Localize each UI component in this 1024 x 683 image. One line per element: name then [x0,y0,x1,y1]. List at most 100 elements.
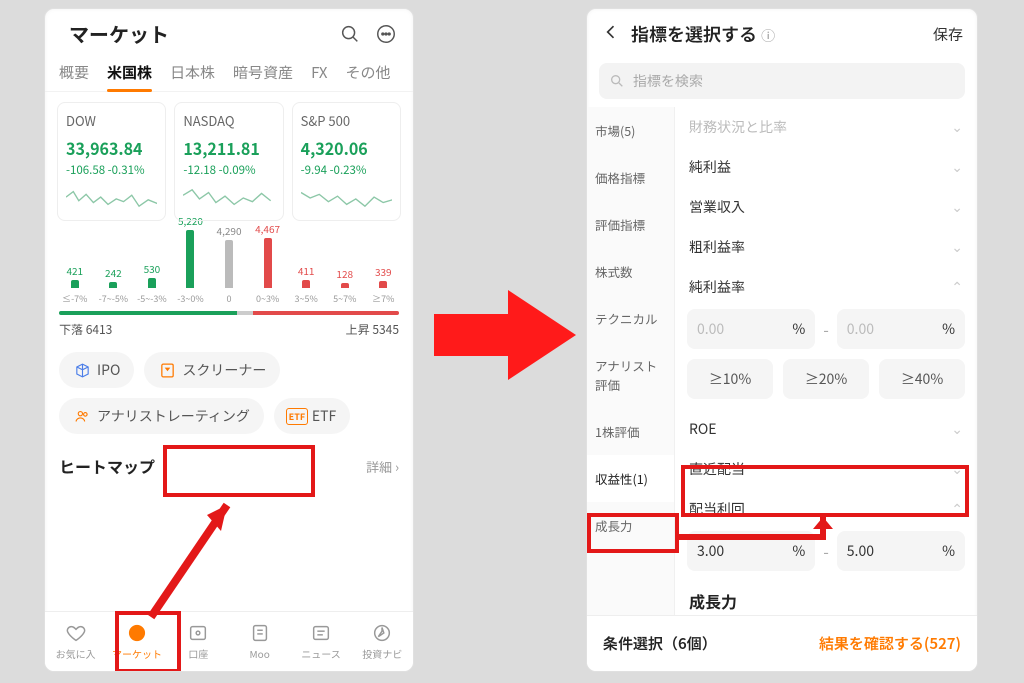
back-icon[interactable] [601,22,621,47]
heatmap-header: ヒートマップ 詳細 › [45,440,413,482]
chevron-up-icon: ⌃ [951,277,963,297]
preset-row: ≥10% ≥20% ≥40% [687,359,965,399]
index-delta: -9.94 -0.23% [301,162,392,178]
nav-market[interactable]: マーケット [106,612,167,671]
range-to-input[interactable]: 5.00% [837,531,965,571]
indicator-select-screen: 指標を選択する ⓘ 保存 指標を検索 市場(5)価格指標評価指標株式数テクニカル… [586,8,978,672]
sidebar-item[interactable]: 評価指標 [587,201,674,248]
down-count: 下落 6413 [59,321,112,338]
index-card-nasdaq[interactable]: NASDAQ 13,211.81 -12.18 -0.09% [174,102,283,221]
nav-favorites[interactable]: お気に入 [45,612,106,671]
dividend-yield-range: 3.00% - 5.00% [687,531,965,571]
category-sidebar: 市場(5)価格指標評価指標株式数テクニカルアナリスト評価1株評価収益性(1)成長… [587,107,675,624]
tab-us-stocks[interactable]: 米国株 [107,58,152,91]
people-icon [73,407,91,425]
indicator-search[interactable]: 指標を検索 [599,63,965,99]
preset-40[interactable]: ≥40% [879,359,965,399]
index-name: NASDAQ [183,111,274,130]
chevron-down-icon: ⌄ [951,237,963,257]
list-item-roe[interactable]: ROE⌄ [687,409,965,449]
chat-icon[interactable] [373,21,399,47]
chevron-down-icon: ⌄ [951,197,963,217]
list-item-dividend-yield[interactable]: 配当利回⌃ [687,489,965,529]
sidebar-item[interactable]: 成長力 [587,502,674,549]
bottom-nav: お気に入 マーケット 口座 Moo ニュース 投資ナビ [45,611,413,671]
sidebar-item[interactable]: 価格指標 [587,154,674,201]
condition-count[interactable]: 条件選択（6個） [603,633,717,654]
index-delta: -12.18 -0.09% [183,162,274,178]
list-item-revenue[interactable]: 営業収入⌄ [687,187,965,227]
chevron-down-icon: ⌄ [951,419,963,439]
list-item-net-margin[interactable]: 純利益率⌃ [687,267,965,307]
list-item-recent-dividend[interactable]: 直近配当⌄ [687,449,965,489]
chevron-up-icon: ⌃ [951,499,963,519]
tab-other[interactable]: その他 [346,58,391,91]
tab-overview[interactable]: 概要 [59,58,89,91]
sidebar-item[interactable]: 株式数 [587,248,674,295]
range-from-input[interactable]: 0.00% [687,309,815,349]
cube-icon [73,361,91,379]
chip-label: スクリーナー [182,360,266,380]
index-price: 4,320.06 [301,136,392,160]
index-card-dow[interactable]: DOW 33,963.84 -106.58 -0.31% [57,102,166,221]
filter-icon [158,361,176,379]
screen-title: 指標を選択する ⓘ [631,21,923,47]
detail-link[interactable]: 詳細 › [366,457,399,476]
chip-label: アナリストレーティング [97,406,250,426]
sparkline-icon [183,184,274,212]
chip-ipo[interactable]: IPO [59,352,134,388]
list-item-net-income[interactable]: 純利益⌄ [687,147,965,187]
chip-screener[interactable]: スクリーナー [144,352,280,388]
nav-account[interactable]: 口座 [168,612,229,671]
tab-jp-stocks[interactable]: 日本株 [170,58,215,91]
heatmap-title: ヒートマップ [59,454,155,478]
distribution-chart: 421≤-7%242-7~-5%530-5~-3%5,220-3~0%4,290… [45,237,413,338]
sidebar-item[interactable]: 1株評価 [587,408,674,455]
indicator-list: 財務状況と比率⌄ 純利益⌄ 営業収入⌄ 粗利益率⌄ 純利益率⌃ 0.00% - … [675,107,977,624]
range-from-input[interactable]: 3.00% [687,531,815,571]
page-title: マーケット [69,19,327,48]
index-card-sp500[interactable]: S&P 500 4,320.06 -9.94 -0.23% [292,102,401,221]
index-price: 33,963.84 [66,136,157,160]
tab-fx[interactable]: FX [311,58,327,91]
market-screen: マーケット 概要 米国株 日本株 暗号資産 FX その他 DOW 33,963.… [44,8,414,672]
search-icon[interactable] [337,21,363,47]
nav-moo[interactable]: Moo [229,612,290,671]
sidebar-item[interactable]: 収益性(1) [587,455,674,502]
preset-10[interactable]: ≥10% [687,359,773,399]
search-placeholder: 指標を検索 [633,71,703,91]
view-results-button[interactable]: 結果を確認する(527) [819,633,961,654]
up-count: 上昇 5345 [346,321,399,338]
save-button[interactable]: 保存 [933,24,963,45]
list-item-gross-margin[interactable]: 粗利益率⌄ [687,227,965,267]
sidebar-item[interactable]: アナリスト評価 [587,342,674,408]
index-price: 13,211.81 [183,136,274,160]
sidebar-item[interactable]: 市場(5) [587,107,674,154]
nav-invest-navi[interactable]: 投資ナビ [352,612,413,671]
quick-actions: IPO スクリーナー アナリストレーティング ETF ETF [45,338,413,440]
index-name: DOW [66,111,157,130]
chip-etf[interactable]: ETF ETF [274,398,350,434]
big-arrow-icon [430,280,580,390]
chip-label: IPO [97,360,120,380]
range-to-input[interactable]: 0.00% [837,309,965,349]
index-name: S&P 500 [301,111,392,130]
market-header: マーケット [45,9,413,58]
chevron-down-icon: ⌄ [951,157,963,177]
screen-header: 指標を選択する ⓘ 保存 [587,9,977,59]
info-icon[interactable]: ⓘ [761,26,775,46]
list-item-truncated[interactable]: 財務状況と比率⌄ [687,107,965,147]
index-delta: -106.58 -0.31% [66,162,157,178]
sidebar-item[interactable]: テクニカル [587,295,674,342]
chip-label: ETF [312,406,336,426]
chip-analyst-rating[interactable]: アナリストレーティング [59,398,264,434]
nav-news[interactable]: ニュース [290,612,351,671]
net-margin-range: 0.00% - 0.00% [687,309,965,349]
tab-crypto[interactable]: 暗号資産 [233,58,293,91]
footer-bar: 条件選択（6個） 結果を確認する(527) [587,615,977,671]
preset-20[interactable]: ≥20% [783,359,869,399]
chevron-down-icon: ⌄ [951,459,963,479]
index-cards: DOW 33,963.84 -106.58 -0.31% NASDAQ 13,2… [45,92,413,231]
sparkline-icon [66,184,157,212]
etf-badge-icon: ETF [288,407,306,425]
